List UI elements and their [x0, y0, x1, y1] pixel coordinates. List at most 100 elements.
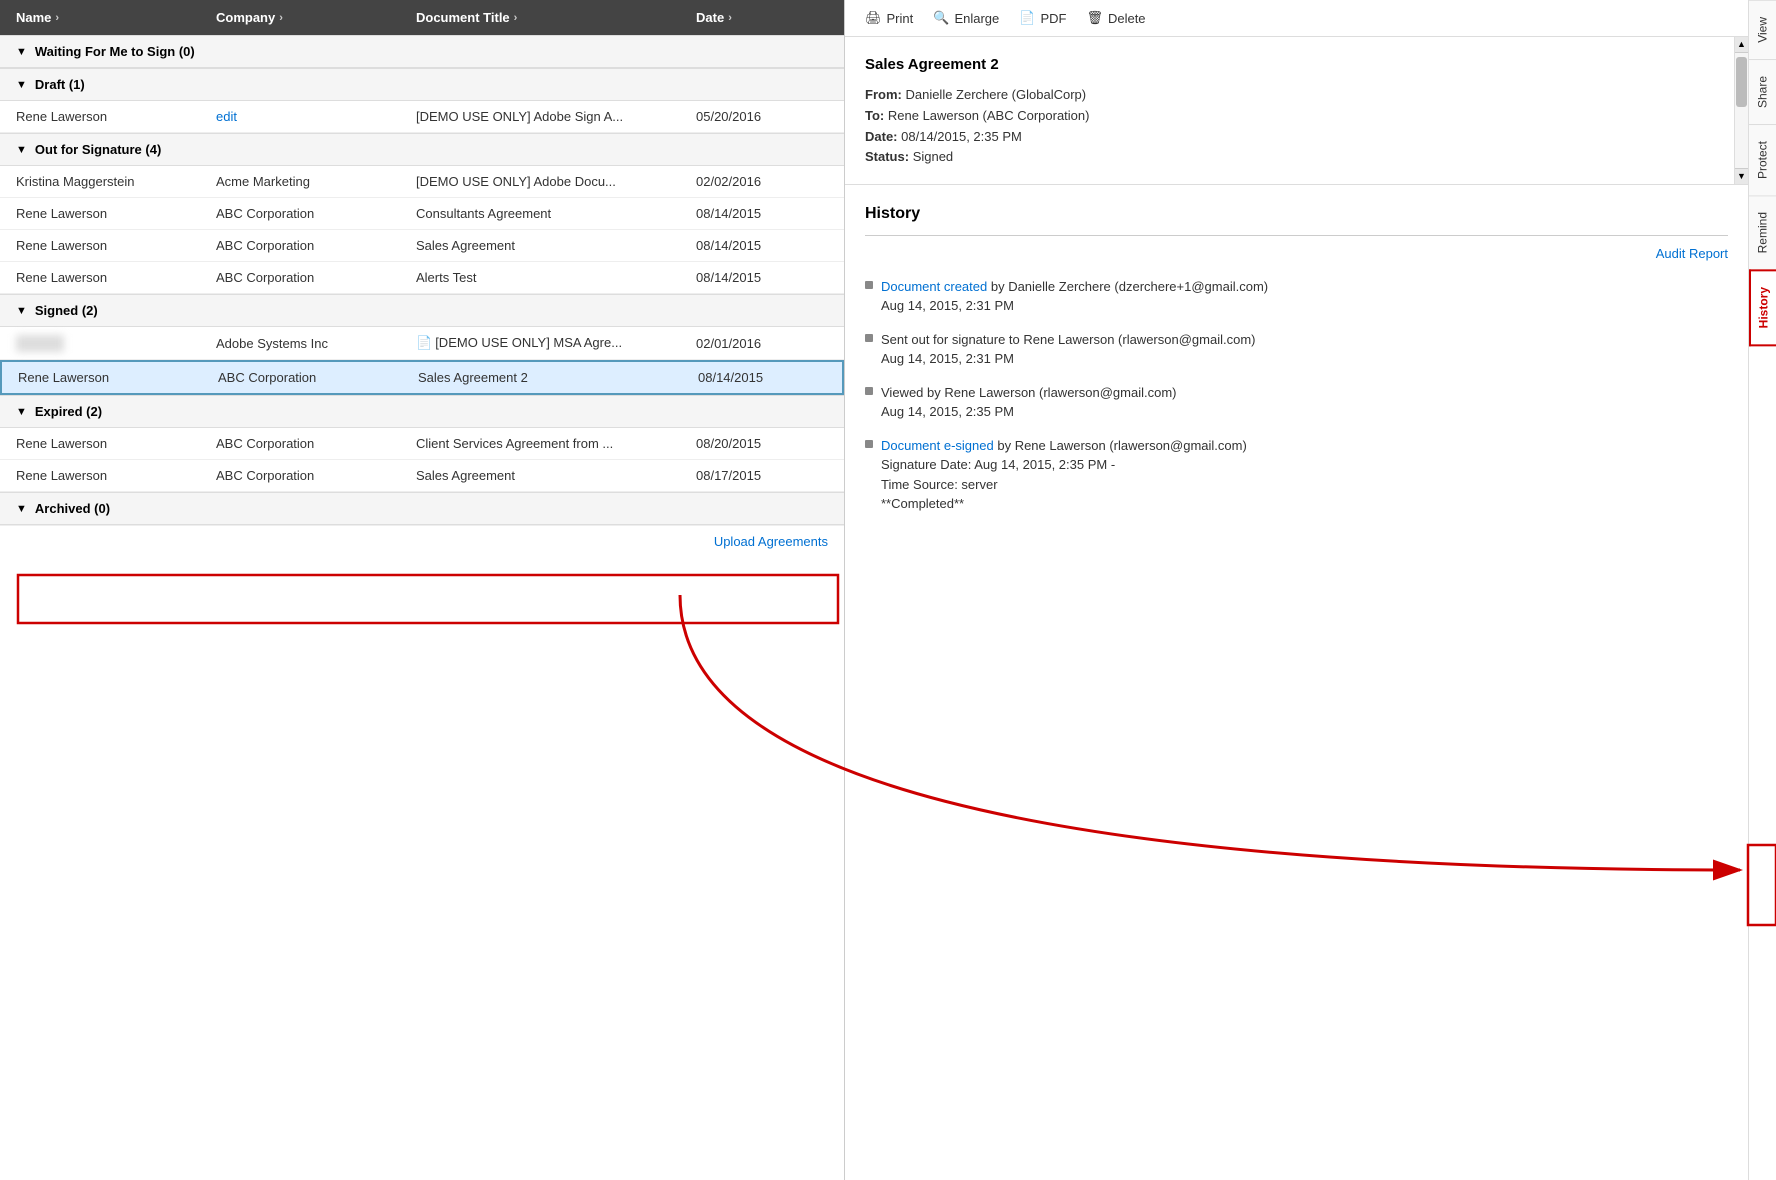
scroll-down-btn[interactable]: ▼: [1735, 168, 1748, 184]
from-value: Danielle Zerchere (GlobalCorp): [905, 87, 1086, 102]
delete-button[interactable]: 🗑 Delete: [1086, 10, 1145, 26]
row-name: Rene Lawerson: [16, 270, 216, 285]
table-row[interactable]: Adobe Systems Inc 📄[DEMO USE ONLY] MSA A…: [0, 327, 844, 360]
scroll-track: [1735, 53, 1748, 168]
row-date: 02/01/2016: [696, 336, 846, 351]
table-row[interactable]: Rene Lawerson ABC Corporation Alerts Tes…: [0, 262, 844, 294]
row-doc: 📄[DEMO USE ONLY] MSA Agre...: [416, 335, 696, 351]
col-date[interactable]: Date ›: [696, 10, 846, 25]
history-item-text: Document e-signed by Rene Lawerson (rlaw…: [881, 436, 1247, 514]
section-archived[interactable]: ▼ Archived (0): [0, 492, 844, 525]
history-item-link[interactable]: Document created: [881, 279, 987, 294]
tab-view[interactable]: View: [1749, 0, 1776, 59]
row-company: ABC Corporation: [216, 206, 416, 221]
history-item-link[interactable]: Document e-signed: [881, 438, 994, 453]
history-item: Sent out for signature to Rene Lawerson …: [865, 330, 1728, 369]
history-item: Document e-signed by Rene Lawerson (rlaw…: [865, 436, 1728, 514]
history-bullet: [865, 334, 873, 342]
table-row[interactable]: Rene Lawerson ABC Corporation Sales Agre…: [0, 460, 844, 492]
detail-status: Status: Signed: [865, 147, 1728, 168]
tab-share[interactable]: Share: [1749, 59, 1776, 124]
row-name: Kristina Maggerstein: [16, 174, 216, 189]
history-item-text: Sent out for signature to Rene Lawerson …: [881, 330, 1255, 369]
pdf-label: PDF: [1040, 11, 1066, 26]
row-company: ABC Corporation: [216, 436, 416, 451]
table-row[interactable]: Rene Lawerson ABC Corporation Consultant…: [0, 198, 844, 230]
col-company[interactable]: Company ›: [216, 10, 416, 25]
section-archived-label: Archived (0): [35, 501, 110, 516]
section-ofs[interactable]: ▼ Out for Signature (4): [0, 133, 844, 166]
doc-file-icon: 📄: [416, 335, 432, 350]
upload-agreements-link[interactable]: Upload Agreements: [714, 534, 828, 549]
scroll-up-btn[interactable]: ▲: [1735, 37, 1748, 53]
chevron-signed: ▼: [16, 305, 27, 317]
left-panel: Name › Company › Document Title › Date ›…: [0, 0, 845, 1180]
col-company-label: Company: [216, 10, 275, 25]
audit-report-link[interactable]: Audit Report: [865, 244, 1728, 265]
selected-row[interactable]: Rene Lawerson ABC Corporation Sales Agre…: [0, 360, 844, 395]
history-divider: [865, 235, 1728, 236]
col-date-label: Date: [696, 10, 724, 25]
row-company: Adobe Systems Inc: [216, 336, 416, 351]
table-header: Name › Company › Document Title › Date ›: [0, 0, 844, 35]
edit-link[interactable]: edit: [216, 109, 237, 124]
table-row[interactable]: Rene Lawerson ABC Corporation Sales Agre…: [0, 230, 844, 262]
table-row[interactable]: Rene Lawerson ABC Corporation Client Ser…: [0, 428, 844, 460]
history-item-text: Document created by Danielle Zerchere (d…: [881, 277, 1268, 316]
upload-row: Upload Agreements: [0, 525, 844, 557]
row-doc: Alerts Test: [416, 270, 696, 285]
history-bullet: [865, 387, 873, 395]
pdf-button[interactable]: 📄 PDF: [1019, 10, 1066, 26]
tab-remind[interactable]: Remind: [1749, 195, 1776, 269]
section-signed[interactable]: ▼ Signed (2): [0, 294, 844, 327]
print-button[interactable]: 🖨 Print: [865, 10, 913, 26]
section-expired[interactable]: ▼ Expired (2): [0, 395, 844, 428]
row-company: Acme Marketing: [216, 174, 416, 189]
row-date: 08/14/2015: [696, 270, 846, 285]
section-expired-label: Expired (2): [35, 404, 102, 419]
history-title: History: [865, 201, 1728, 227]
section-waiting[interactable]: ▼ Waiting For Me to Sign (0): [0, 35, 844, 68]
tab-history[interactable]: History: [1749, 269, 1776, 346]
history-panel: History Audit Report Document created by…: [845, 185, 1748, 1180]
row-doc: Sales Agreement 2: [418, 370, 698, 385]
row-date: 08/17/2015: [696, 468, 846, 483]
chevron-expired: ▼: [16, 406, 27, 418]
col-doc-title[interactable]: Document Title ›: [416, 10, 696, 25]
row-company: ABC Corporation: [216, 468, 416, 483]
tab-protect[interactable]: Protect: [1749, 124, 1776, 195]
doc-sort-icon[interactable]: ›: [514, 12, 518, 24]
history-item-text: Viewed by Rene Lawerson (rlawerson@gmail…: [881, 383, 1176, 422]
row-company: ABC Corporation: [216, 270, 416, 285]
date-sort-icon[interactable]: ›: [728, 12, 732, 24]
table-row[interactable]: Rene Lawerson edit [DEMO USE ONLY] Adobe…: [0, 101, 844, 133]
row-doc: Sales Agreement: [416, 238, 696, 253]
row-name: Rene Lawerson: [16, 238, 216, 253]
to-label: To:: [865, 108, 884, 123]
delete-label: Delete: [1108, 11, 1146, 26]
chevron-draft: ▼: [16, 79, 27, 91]
section-draft[interactable]: ▼ Draft (1): [0, 68, 844, 101]
enlarge-button[interactable]: 🔍 Enlarge: [933, 10, 999, 26]
enlarge-icon: 🔍: [933, 10, 949, 26]
table-row[interactable]: Kristina Maggerstein Acme Marketing [DEM…: [0, 166, 844, 198]
row-doc: Sales Agreement: [416, 468, 696, 483]
history-bullet: [865, 440, 873, 448]
chevron-ofs: ▼: [16, 144, 27, 156]
col-name-label: Name: [16, 10, 51, 25]
history-item: Document created by Danielle Zerchere (d…: [865, 277, 1728, 316]
row-name: [16, 336, 216, 351]
col-name[interactable]: Name ›: [16, 10, 216, 25]
row-date: 05/20/2016: [696, 109, 846, 124]
row-doc: [DEMO USE ONLY] Adobe Docu...: [416, 174, 696, 189]
detail-scrollbar[interactable]: ▲ ▼: [1734, 37, 1748, 184]
row-doc: Client Services Agreement from ...: [416, 436, 696, 451]
row-company: ABC Corporation: [216, 238, 416, 253]
row-doc: Consultants Agreement: [416, 206, 696, 221]
name-sort-icon[interactable]: ›: [55, 12, 59, 24]
date-label: Date:: [865, 129, 898, 144]
row-company: edit: [216, 109, 416, 124]
row-name: Rene Lawerson: [16, 436, 216, 451]
company-sort-icon[interactable]: ›: [279, 12, 283, 24]
row-doc: [DEMO USE ONLY] Adobe Sign A...: [416, 109, 696, 124]
